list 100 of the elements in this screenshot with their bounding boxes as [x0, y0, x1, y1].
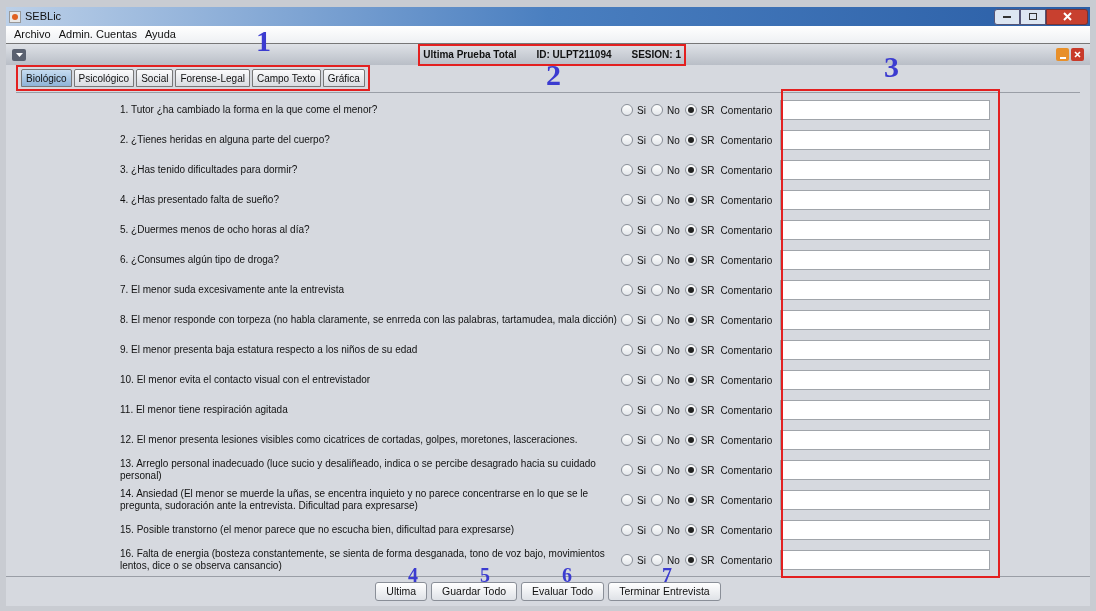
radio-button[interactable] [650, 434, 663, 446]
option-label: No [666, 103, 680, 118]
radio-button[interactable] [650, 554, 663, 566]
radio-button[interactable] [621, 224, 633, 236]
radio-button[interactable] [621, 284, 633, 296]
option-label: No [666, 553, 680, 568]
option-label: No [666, 283, 680, 298]
menu-item[interactable]: Ayuda [144, 26, 176, 43]
comment-field[interactable] [780, 430, 991, 450]
radio-button[interactable] [650, 314, 663, 326]
comment-field[interactable] [780, 550, 991, 570]
radio-button[interactable] [650, 194, 663, 206]
radio-button[interactable] [684, 494, 697, 506]
radio-button[interactable] [684, 194, 697, 206]
radio-button[interactable] [621, 194, 633, 206]
comment-field[interactable] [780, 190, 991, 210]
comment-field[interactable] [780, 220, 991, 240]
comment-field[interactable] [780, 130, 991, 150]
radio-button[interactable] [621, 134, 633, 146]
action-button[interactable]: Terminar Entrevista [608, 582, 721, 601]
radio-button[interactable] [684, 254, 697, 266]
question-text: 11. El menor tiene respiración agitada [120, 404, 289, 416]
radio-button[interactable] [684, 464, 697, 476]
radio-button[interactable] [621, 404, 633, 416]
menu-item[interactable]: Admin. Cuentas [58, 26, 137, 43]
comment-label: Comentario [720, 283, 773, 298]
radio-button[interactable] [684, 554, 697, 566]
option-label: Si [637, 313, 646, 328]
radio-button[interactable] [650, 464, 663, 476]
comment-field[interactable] [780, 370, 991, 390]
radio-button[interactable] [684, 134, 697, 146]
radio-button[interactable] [621, 524, 633, 536]
dropdown-icon[interactable] [12, 48, 26, 61]
comment-field[interactable] [780, 280, 991, 300]
radio-button[interactable] [650, 164, 663, 176]
menu-item[interactable]: Archivo [14, 26, 51, 43]
comment-field[interactable] [780, 460, 991, 480]
radio-button[interactable] [650, 404, 663, 416]
window-title: SEBLic [25, 9, 62, 25]
comment-label: Comentario [720, 223, 773, 238]
comment-field[interactable] [780, 100, 991, 120]
radio-button[interactable] [650, 284, 663, 296]
radio-button[interactable] [684, 284, 697, 296]
radio-button[interactable] [621, 314, 633, 326]
close-button[interactable] [1071, 48, 1084, 61]
comment-label: Comentario [720, 463, 773, 478]
radio-button[interactable] [650, 344, 663, 356]
radio-button[interactable] [684, 434, 697, 446]
minimize-button[interactable] [994, 8, 1020, 25]
radio-button[interactable] [684, 374, 697, 386]
comment-field[interactable] [780, 520, 991, 540]
option-label: No [666, 463, 680, 478]
tab[interactable]: Gráfica [322, 69, 365, 87]
radio-button[interactable] [684, 104, 697, 116]
option-label: SR [700, 103, 715, 118]
tab[interactable]: Social [136, 69, 174, 87]
radio-button[interactable] [650, 134, 663, 146]
annotation-number: 3 [884, 54, 899, 80]
comment-label: Comentario [720, 493, 773, 508]
radio-button[interactable] [684, 404, 697, 416]
radio-button[interactable] [621, 554, 633, 566]
action-button[interactable]: Evaluar Todo [521, 582, 605, 601]
radio-button[interactable] [650, 224, 663, 236]
comment-field[interactable] [780, 250, 991, 270]
radio-button[interactable] [684, 344, 697, 356]
option-label: SR [700, 313, 715, 328]
radio-button[interactable] [621, 464, 633, 476]
radio-button[interactable] [684, 224, 697, 236]
maximize-button[interactable] [1020, 8, 1046, 25]
tab[interactable]: Forense-Legal [175, 69, 250, 87]
tab[interactable]: Biológico [21, 69, 72, 87]
comment-field[interactable] [780, 400, 991, 420]
comment-field[interactable] [780, 490, 991, 510]
radio-button[interactable] [650, 524, 663, 536]
radio-button[interactable] [621, 164, 633, 176]
radio-button[interactable] [650, 374, 663, 386]
radio-button[interactable] [684, 164, 697, 176]
tab[interactable]: Psicológico [73, 69, 135, 87]
radio-button[interactable] [621, 494, 633, 506]
action-button[interactable]: Ultima [375, 582, 428, 601]
radio-button[interactable] [684, 314, 697, 326]
radio-button[interactable] [650, 494, 663, 506]
option-label: SR [700, 163, 715, 178]
radio-button[interactable] [621, 434, 633, 446]
comment-label: Comentario [720, 253, 773, 268]
comment-field[interactable] [780, 340, 991, 360]
comment-field[interactable] [780, 160, 991, 180]
radio-button[interactable] [621, 254, 633, 266]
radio-button[interactable] [621, 344, 633, 356]
radio-button[interactable] [684, 524, 697, 536]
action-button[interactable]: Guardar Todo [431, 582, 518, 601]
question-text: 14. Ansiedad (El menor se muerde la uñas, se encentra inquieto y no parece concentrarse en lo que se le pregunta, sudoración ante la entrevista. Dificultad para expresarse) [120, 488, 590, 512]
comment-field[interactable] [780, 310, 991, 330]
radio-button[interactable] [621, 374, 633, 386]
radio-button[interactable] [621, 104, 633, 116]
close-button[interactable] [1046, 8, 1088, 25]
radio-button[interactable] [650, 104, 663, 116]
tab[interactable]: Campo Texto [251, 69, 321, 87]
radio-button[interactable] [650, 254, 663, 266]
question-text: 15. Posible transtorno (el menor parece que no escucha bien, dificultad para expresarse) [120, 524, 516, 536]
